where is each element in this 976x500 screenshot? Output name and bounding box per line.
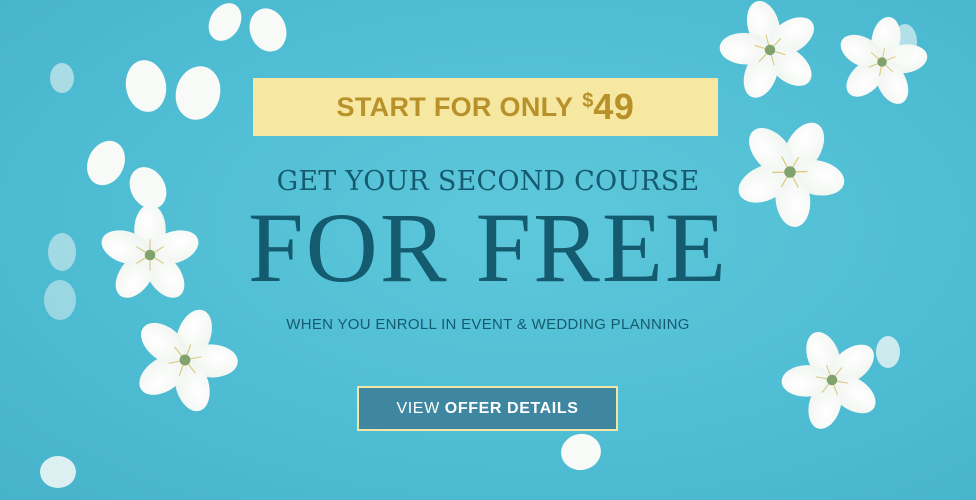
cta-label-bold: OFFER DETAILS (444, 399, 579, 417)
blossom-flower-icon (764, 314, 900, 446)
headline-title: FOR FREE (247, 192, 728, 303)
cta-label-light: VIEW (396, 399, 440, 417)
blossom-flower-icon (705, 0, 835, 113)
enrollment-subtext: WHEN YOU ENROLL IN EVENT & WEDDING PLANN… (286, 316, 690, 333)
promo-price: 49 (593, 86, 635, 127)
view-offer-details-button[interactable]: VIEW OFFER DETAILS (357, 386, 618, 431)
promo-price-box: START FOR ONLY $ 49 (253, 78, 718, 136)
blossom-flower-icon (826, 8, 938, 116)
promo-text: START FOR ONLY (336, 91, 574, 122)
blossom-flower-icon (114, 290, 256, 429)
promo-currency: $ (582, 89, 594, 112)
promo-banner[interactable]: START FOR ONLY $ 49 GET YOUR SECOND COUR… (0, 0, 976, 500)
